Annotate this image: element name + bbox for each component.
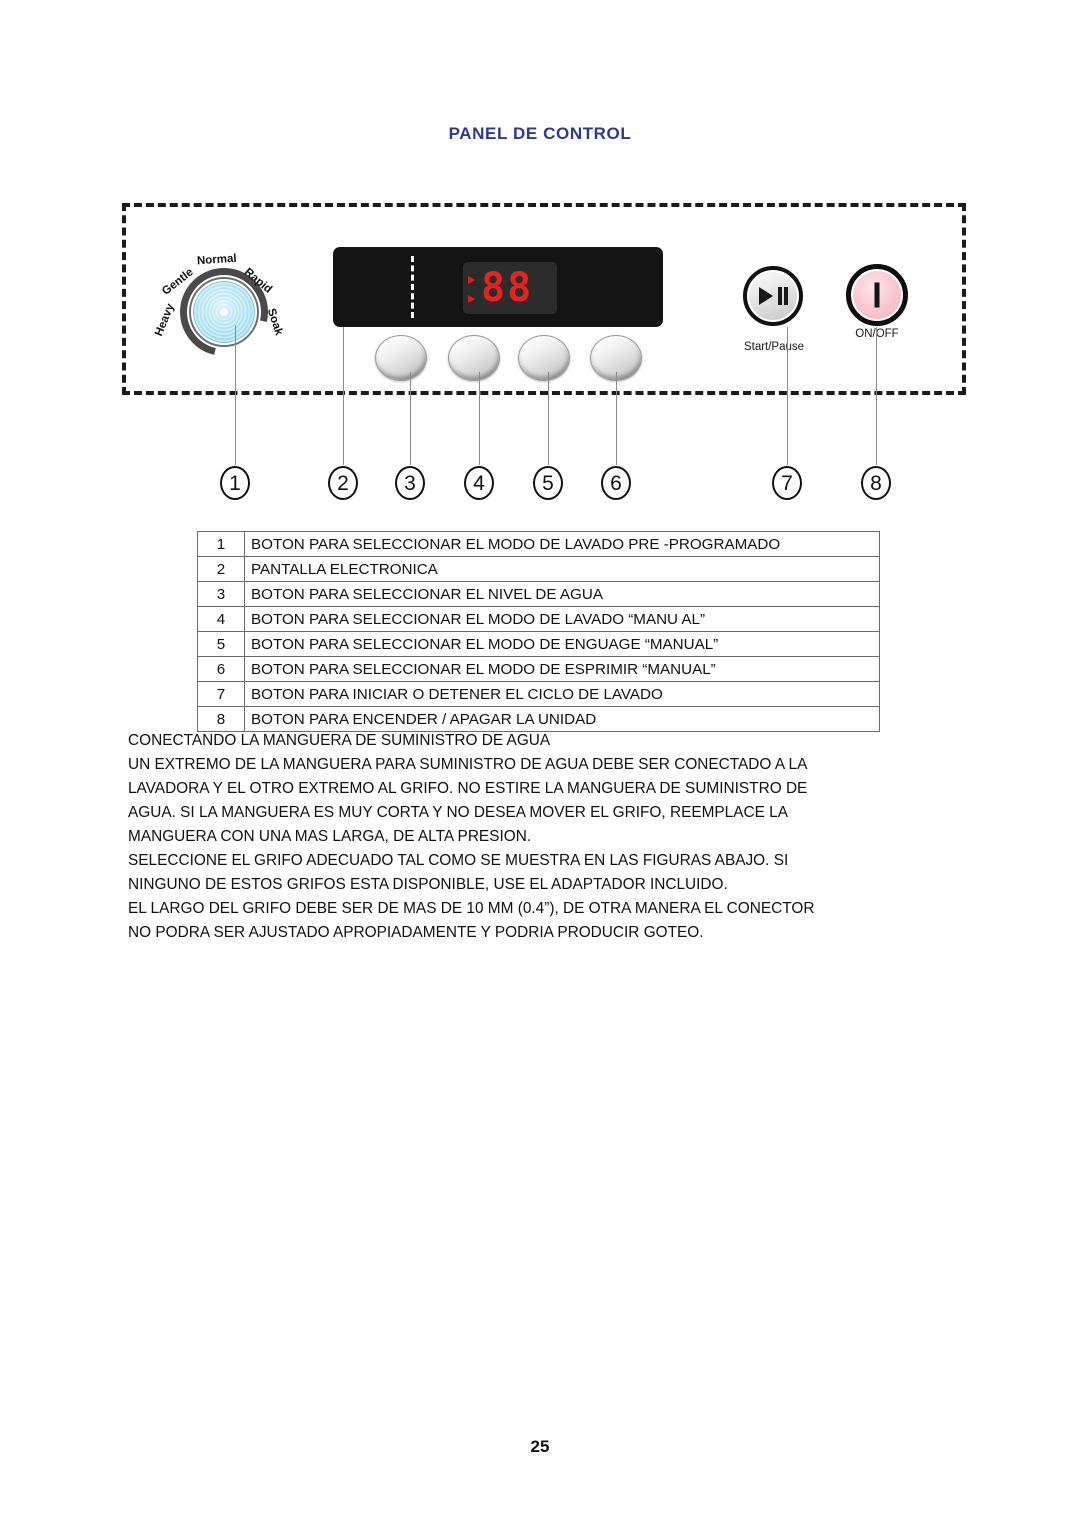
knob-label-heavy: Heavy — [153, 302, 177, 338]
on-off-label: ON/OFF — [855, 328, 899, 340]
start-pause-button[interactable] — [743, 266, 803, 326]
play-pause-icon — [747, 270, 799, 322]
display-digit-window: 88 — [463, 262, 557, 314]
body-line: MANGUERA CON UNA MAS LARGA, DE ALTA PRES… — [128, 828, 532, 845]
knob-hub — [221, 309, 227, 315]
leader-line-2 — [343, 327, 344, 465]
table-row: 1 BOTON PARA SELECCIONAR EL MODO DE LAVA… — [197, 531, 880, 557]
callout-5: 5 — [533, 466, 563, 500]
legend-row-description: PANTALLA ELECTRONICA — [244, 556, 880, 582]
table-row: 2 PANTALLA ELECTRONICA — [197, 556, 880, 582]
legend-row-number: 5 — [197, 631, 245, 657]
callout-6: 6 — [601, 466, 631, 500]
leader-line-6 — [616, 372, 617, 465]
legend-row-number: 1 — [197, 531, 245, 557]
body-line: UN EXTREMO DE LA MANGUERA PARA SUMINISTR… — [128, 756, 808, 773]
body-line: NINGUNO DE ESTOS GRIFOS ESTA DISPONIBLE,… — [128, 876, 728, 893]
leader-line-1 — [235, 325, 236, 465]
callout-2: 2 — [328, 466, 358, 500]
manual-wash-button[interactable] — [448, 335, 500, 381]
display-indicator-arrow-bottom — [468, 295, 475, 303]
callout-8: 8 — [861, 466, 891, 500]
start-pause-label: Start/Pause — [743, 341, 805, 353]
legend-row-description: BOTON PARA SELECCIONAR EL MODO DE LAVADO… — [244, 531, 880, 557]
legend-row-description: BOTON PARA SELECCIONAR EL MODO DE ESPRIM… — [244, 656, 880, 682]
manual-rinse-button[interactable] — [518, 335, 570, 381]
table-row: 4 BOTON PARA SELECCIONAR EL MODO DE LAVA… — [197, 606, 880, 632]
legend-row-number: 2 — [197, 556, 245, 582]
control-legend-table: 1 BOTON PARA SELECCIONAR EL MODO DE LAVA… — [197, 531, 880, 732]
callout-3: 3 — [395, 466, 425, 500]
legend-row-number: 3 — [197, 581, 245, 607]
table-row: 6 BOTON PARA SELECCIONAR EL MODO DE ESPR… — [197, 656, 880, 682]
legend-row-description: BOTON PARA ENCENDER / APAGAR LA UNIDAD — [244, 706, 880, 732]
body-line: CONECTANDO LA MANGUERA DE SUMINISTRO DE … — [128, 732, 551, 749]
body-line: AGUA. SI LA MANGUERA ES MUY CORTA Y NO D… — [128, 804, 788, 821]
legend-table-body: 1 BOTON PARA SELECCIONAR EL MODO DE LAVA… — [197, 531, 880, 732]
leader-line-3 — [410, 372, 411, 465]
display-digits: 88 — [481, 265, 534, 311]
leader-line-4 — [479, 372, 480, 465]
body-line: LAVADORA Y EL OTRO EXTREMO AL GRIFO. NO … — [128, 780, 808, 797]
body-line: NO PODRA SER AJUSTADO APROPIADAMENTE Y P… — [128, 924, 704, 941]
body-line: EL LARGO DEL GRIFO DEBE SER DE MAS DE 10… — [128, 900, 815, 917]
leader-line-8 — [876, 327, 877, 465]
legend-row-description: BOTON PARA SELECCIONAR EL NIVEL DE AGUA — [244, 581, 880, 607]
page-title: PANEL DE CONTROL — [448, 124, 632, 143]
leader-line-5 — [548, 372, 549, 465]
legend-row-description: BOTON PARA SELECCIONAR EL MODO DE LAVADO… — [244, 606, 880, 632]
legend-row-description: BOTON PARA SELECCIONAR EL MODO DE ENGUAG… — [244, 631, 880, 657]
legend-row-number: 7 — [197, 681, 245, 707]
callout-7: 7 — [772, 466, 802, 500]
body-line: SELECCIONE EL GRIFO ADECUADO TAL COMO SE… — [128, 852, 789, 869]
legend-row-number: 8 — [197, 706, 245, 732]
callout-4: 4 — [464, 466, 494, 500]
table-row: 5 BOTON PARA SELECCIONAR EL MODO DE ENGU… — [197, 631, 880, 657]
instructions-body: CONECTANDO LA MANGUERA DE SUMINISTRO DE … — [128, 729, 978, 945]
water-level-button[interactable] — [375, 335, 427, 381]
knob-label-normal: Normal — [196, 252, 237, 268]
display-indicator-arrow-top — [468, 276, 475, 284]
legend-row-number: 4 — [197, 606, 245, 632]
page-number: 25 — [530, 1437, 550, 1456]
on-off-button[interactable] — [846, 264, 908, 326]
display-divider-dashed — [411, 256, 414, 318]
table-row: 3 BOTON PARA SELECCIONAR EL NIVEL DE AGU… — [197, 581, 880, 607]
callout-1: 1 — [220, 466, 250, 500]
table-row: 8 BOTON PARA ENCENDER / APAGAR LA UNIDAD — [197, 706, 880, 732]
table-row: 7 BOTON PARA INICIAR O DETENER EL CICLO … — [197, 681, 880, 707]
legend-row-description: BOTON PARA INICIAR O DETENER EL CICLO DE… — [244, 681, 880, 707]
leader-line-7 — [787, 327, 788, 465]
electronic-display: 88 — [333, 247, 663, 327]
program-selector-knob[interactable]: Heavy Gentle Normal Rapid Soak — [150, 240, 300, 373]
power-bar-icon — [874, 282, 880, 308]
legend-row-number: 6 — [197, 656, 245, 682]
knob-label-soak: Soak — [264, 307, 285, 337]
